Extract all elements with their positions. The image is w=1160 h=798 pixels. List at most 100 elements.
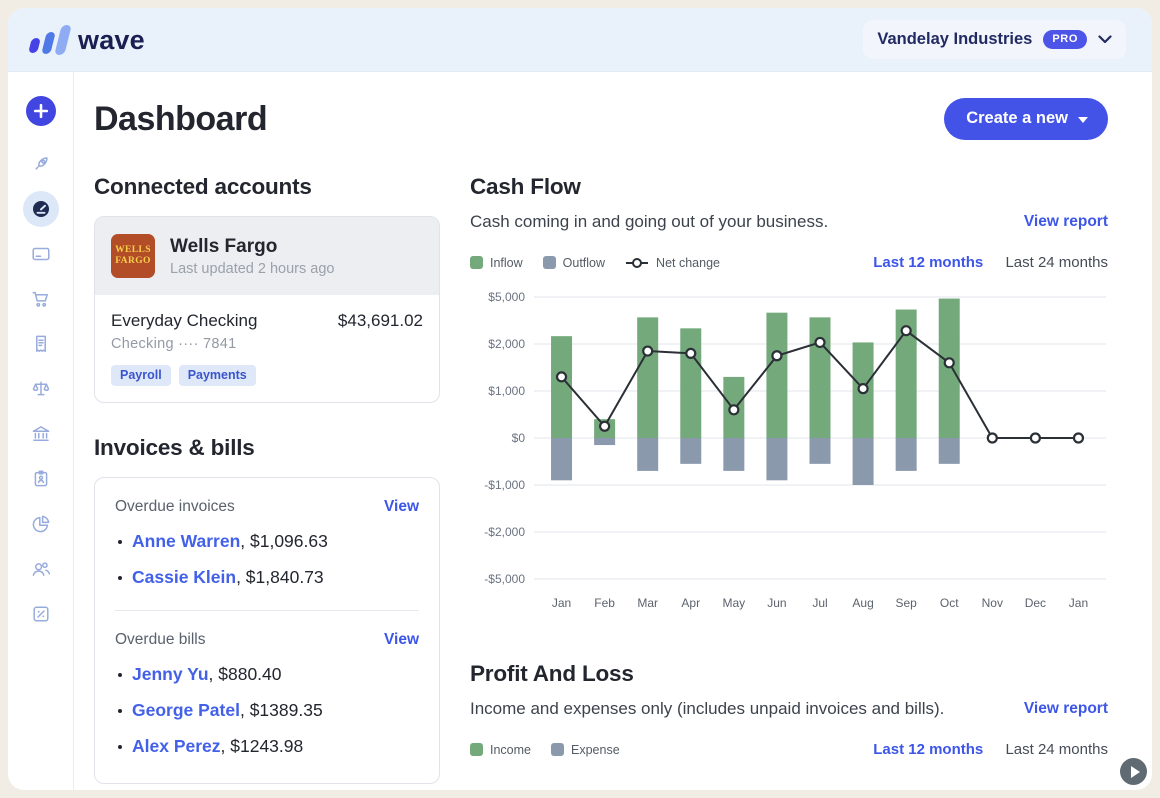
sidebar-item-credit-card[interactable] [23,236,59,272]
y-axis-tick-label: $5,000 [488,290,525,304]
sidebar-item-users[interactable] [23,551,59,587]
overdue-amount: , $880.40 [209,664,282,685]
outflow-bar [723,438,744,471]
inflow-bar [810,317,831,438]
profit-loss-heading: Profit And Loss [470,661,1108,687]
x-axis-month-label: Sep [895,596,917,610]
wave-logo-bar-icon [54,25,71,55]
bullet-dot [118,709,122,713]
y-axis-tick-label: $0 [512,431,526,445]
legend-outflow: Outflow [543,256,605,270]
profit-loss-subtitle: Income and expenses only (includes unpai… [470,699,944,719]
x-axis-month-label: Dec [1025,596,1046,610]
account-tag-payments: Payments [179,365,256,386]
wave-logo-bar-icon [41,32,55,54]
business-switcher[interactable]: Vandelay Industries PRO [863,20,1126,59]
overdue-amount: , $1389.35 [240,700,323,721]
outflow-bar [680,438,701,464]
main-content: Dashboard Create a new Connected account… [74,72,1152,790]
outflow-bar [939,438,960,464]
net-change-point [686,349,695,358]
y-axis-tick-label: $1,000 [488,384,525,398]
overdue-amount: , $1,096.63 [240,531,328,552]
rocket-icon [30,153,52,175]
x-axis-month-label: Jul [812,596,827,610]
customer-link[interactable]: George Patel [132,700,240,721]
wave-wordmark: wave [78,25,145,55]
net-change-point [945,358,954,367]
connected-account-card: WELLS FARGO Wells Fargo Last updated 2 h… [94,216,440,403]
sidebar-item-percent[interactable] [23,596,59,632]
profit-loss-last-24-months-tab[interactable]: Last 24 months [1005,741,1108,758]
pro-badge: PRO [1043,30,1087,49]
sidebar-nav [8,72,74,790]
net-change-marker-icon [625,257,649,269]
wells-fargo-logo: WELLS FARGO [111,234,155,278]
caret-down-icon [1078,117,1088,123]
sidebar-item-pie-chart[interactable] [23,506,59,542]
cash-flow-view-report-link[interactable]: View report [1024,213,1108,231]
net-change-point [600,422,609,431]
plus-icon [26,96,56,126]
inflow-bar [766,313,787,438]
overdue-amount: , $1243.98 [221,736,304,757]
view-overdue-bills-link[interactable]: View [384,631,419,649]
outflow-bar [853,438,874,485]
bullet-dot [118,745,122,749]
account-card-header: WELLS FARGO Wells Fargo Last updated 2 h… [95,217,439,295]
divider [115,610,419,611]
sidebar-item-cart[interactable] [23,281,59,317]
inflow-bar [680,328,701,438]
overdue-bills-list: Jenny Yu, $880.40 George Patel, $1389.35 A… [115,664,419,757]
view-overdue-invoices-link[interactable]: View [384,498,419,516]
customer-link[interactable]: Alex Perez [132,736,221,757]
customer-link[interactable]: Jenny Yu [132,664,209,685]
net-change-point [729,405,738,414]
cash-flow-last-24-months-tab[interactable]: Last 24 months [1005,254,1108,271]
outflow-swatch-icon [543,256,556,269]
sidebar-item-bank[interactable] [23,416,59,452]
y-axis-tick-label: -$1,000 [484,478,525,492]
expense-swatch-icon [551,743,564,756]
play-button[interactable] [1120,758,1147,785]
y-axis-tick-label: -$5,000 [484,572,525,586]
users-icon [30,558,52,580]
profit-loss-last-12-months-tab[interactable]: Last 12 months [873,741,983,758]
overdue-item: Jenny Yu, $880.40 [115,664,419,685]
net-change-point [772,351,781,360]
chevron-down-icon [1098,35,1112,44]
account-tags: Payroll Payments [111,365,423,386]
outflow-bar [551,438,572,480]
x-axis-month-label: May [723,596,746,610]
account-detail: Checking ···· 7841 [111,336,423,352]
sidebar-item-rocket[interactable] [23,146,59,182]
wave-logo[interactable]: wave [30,25,145,55]
customer-link[interactable]: Anne Warren [132,531,240,552]
sidebar-item-clipboard[interactable] [23,461,59,497]
sidebar-item-plus[interactable] [26,96,56,126]
x-axis-month-label: Jun [767,596,786,610]
profit-loss-view-report-link[interactable]: View report [1024,700,1108,718]
create-a-new-button[interactable]: Create a new [944,98,1108,140]
overdue-invoices-list: Anne Warren, $1,096.63Cassie Klein, $1,8… [115,531,419,588]
credit-card-icon [30,243,52,265]
legend-income: Income [470,743,531,757]
x-axis-month-label: Mar [637,596,658,610]
scale-icon [30,378,52,400]
sidebar-item-receipt[interactable] [23,326,59,362]
receipt-icon [30,333,52,355]
cash-flow-last-12-months-tab[interactable]: Last 12 months [873,254,983,271]
x-axis-month-label: Aug [852,596,873,610]
sidebar-item-dashboard-gauge[interactable] [23,191,59,227]
bank-icon [30,423,52,445]
customer-link[interactable]: Cassie Klein [132,567,236,588]
account-tag-payroll: Payroll [111,365,171,386]
sidebar-item-scale[interactable] [23,371,59,407]
income-swatch-icon [470,743,483,756]
bullet-dot [118,540,122,544]
invoices-bills-heading: Invoices & bills [94,435,440,461]
overdue-bills-label: Overdue bills [115,631,205,649]
y-axis-tick-label: $2,000 [488,337,525,351]
x-axis-month-label: Oct [940,596,959,610]
overdue-amount: , $1,840.73 [236,567,324,588]
